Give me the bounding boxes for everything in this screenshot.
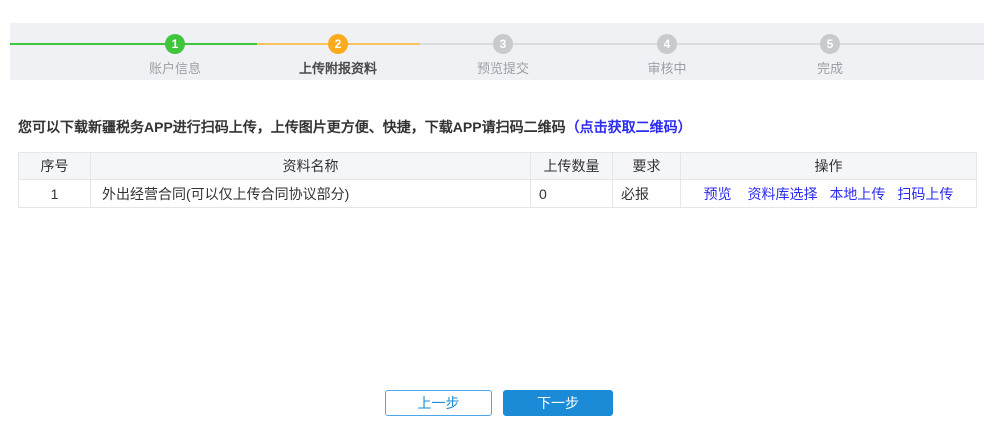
header-count: 上传数量 — [530, 152, 613, 180]
notice-text: 您可以下载新疆税务APP进行扫码上传，上传图片更方便、快捷，下载APP请扫码二维… — [18, 119, 566, 135]
header-index: 序号 — [18, 152, 91, 180]
row-requirement: 必报 — [612, 179, 681, 208]
step-4-label: 审核中 — [647, 61, 687, 76]
get-qrcode-link[interactable]: （点击获取二维码） — [566, 119, 692, 135]
step-under-review: 4 审核中 — [607, 23, 727, 77]
previous-step-button[interactable]: 上一步 — [385, 390, 492, 416]
app-upload-notice: 您可以下载新疆税务APP进行扫码上传，上传图片更方便、快捷，下载APP请扫码二维… — [18, 117, 692, 137]
library-select-link[interactable]: 资料库选择 — [748, 186, 818, 202]
step-3-label: 预览提交 — [476, 61, 529, 76]
row-actions: 预览 资料库选择 本地上传 扫码上传 — [680, 179, 977, 208]
table-row: 1 外出经营合同(可以仅上传合同协议部分) 0 必报 预览 资料库选择 本地上传… — [18, 179, 977, 208]
table-header-row: 序号 资料名称 上传数量 要求 操作 — [18, 152, 977, 180]
step-2-circle: 2 — [328, 34, 348, 54]
header-actions: 操作 — [680, 152, 977, 180]
scan-upload-link[interactable]: 扫码上传 — [897, 186, 953, 202]
step-4-circle: 4 — [657, 34, 677, 54]
step-3-circle: 3 — [493, 34, 513, 54]
header-name: 资料名称 — [90, 152, 531, 180]
step-5-label: 完成 — [816, 61, 843, 76]
local-upload-link[interactable]: 本地上传 — [829, 186, 885, 202]
row-upload-count: 0 — [530, 179, 613, 208]
next-step-button[interactable]: 下一步 — [503, 390, 613, 416]
step-1-circle: 1 — [165, 34, 185, 54]
step-2-label: 上传附报资料 — [298, 61, 377, 76]
page: 1 账户信息 2 上传附报资料 3 预览提交 4 审核中 5 完成 您可以下载新… — [0, 0, 1000, 424]
row-material-name: 外出经营合同(可以仅上传合同协议部分) — [90, 179, 531, 208]
preview-link[interactable]: 预览 — [704, 186, 732, 202]
step-upload-materials: 2 上传附报资料 — [278, 23, 398, 77]
wizard-stepper: 1 账户信息 2 上传附报资料 3 预览提交 4 审核中 5 完成 — [10, 23, 984, 80]
step-1-label: 账户信息 — [148, 61, 201, 76]
header-requirement: 要求 — [612, 152, 681, 180]
step-preview-submit: 3 预览提交 — [443, 23, 563, 77]
step-5-circle: 5 — [820, 34, 840, 54]
materials-table: 序号 资料名称 上传数量 要求 操作 1 外出经营合同(可以仅上传合同协议部分)… — [18, 152, 977, 208]
step-complete: 5 完成 — [770, 23, 890, 77]
step-account-info: 1 账户信息 — [115, 23, 235, 77]
row-index: 1 — [18, 179, 91, 208]
